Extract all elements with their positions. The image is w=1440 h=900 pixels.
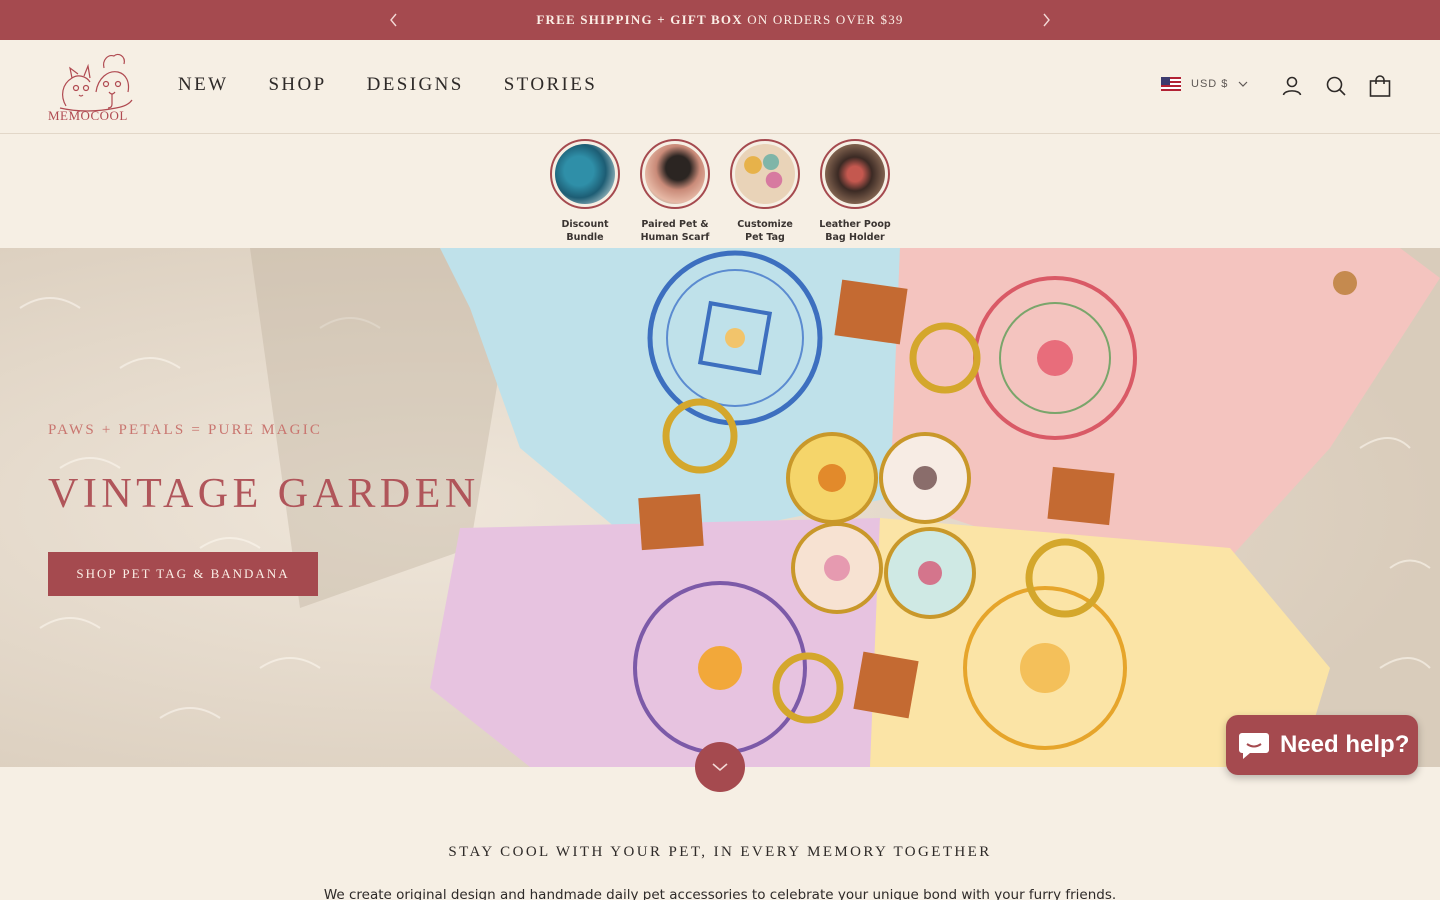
chevron-down-icon xyxy=(1238,81,1248,87)
category-image xyxy=(640,139,710,209)
currency-label: USD $ xyxy=(1191,78,1229,90)
chat-help-button[interactable]: Need help? xyxy=(1226,715,1418,775)
category-discount-bundle[interactable]: Discount Bundle xyxy=(540,139,630,244)
chevron-down-icon xyxy=(712,763,728,772)
chevron-left-icon[interactable] xyxy=(385,11,403,29)
nav-item-stories[interactable]: STORIES xyxy=(504,74,598,96)
announcement-bar: FREE SHIPPING + GIFT BOX ON ORDERS OVER … xyxy=(0,0,1440,40)
nav-item-designs[interactable]: DESIGNS xyxy=(367,74,464,96)
announcement-bold: FREE SHIPPING + GIFT BOX xyxy=(536,12,743,27)
hero-title: VINTAGE GARDEN xyxy=(48,471,480,517)
announcement-rest: ON ORDERS OVER $39 xyxy=(742,12,904,27)
category-poop-bag-holder[interactable]: Leather Poop Bag Holder xyxy=(810,139,900,244)
category-label: Paired Pet & Human Scarf xyxy=(640,219,710,243)
category-image xyxy=(550,139,620,209)
brand-intro-text: We create original design and handmade d… xyxy=(323,887,1117,900)
category-label: Discount Bundle xyxy=(561,219,609,243)
hero-banner: PAWS + PETALS = PURE MAGIC VINTAGE GARDE… xyxy=(0,248,1440,767)
announcement-text[interactable]: FREE SHIPPING + GIFT BOX ON ORDERS OVER … xyxy=(536,12,903,28)
category-label: Leather Poop Bag Holder xyxy=(819,219,891,243)
search-icon[interactable] xyxy=(1324,74,1348,98)
chat-bubble-icon xyxy=(1239,733,1269,759)
us-flag-icon xyxy=(1161,77,1181,91)
category-paired-scarf[interactable]: Paired Pet & Human Scarf xyxy=(630,139,720,244)
account-icon[interactable] xyxy=(1280,74,1304,98)
logo-wordmark: MEMOCOOL xyxy=(48,108,128,123)
category-label: Customize Pet Tag xyxy=(737,219,793,243)
hero-eyebrow: PAWS + PETALS = PURE MAGIC xyxy=(48,422,323,438)
chevron-right-icon[interactable] xyxy=(1037,11,1055,29)
nav-item-shop[interactable]: SHOP xyxy=(268,74,326,96)
category-image xyxy=(820,139,890,209)
category-customize-tag[interactable]: Customize Pet Tag xyxy=(720,139,810,244)
category-image xyxy=(730,139,800,209)
chat-label: Need help? xyxy=(1280,731,1410,758)
main-nav: NEW SHOP DESIGNS STORIES xyxy=(178,74,597,96)
scroll-down-button[interactable] xyxy=(695,742,745,792)
currency-selector[interactable]: USD $ xyxy=(1161,77,1248,91)
nav-item-new[interactable]: NEW xyxy=(178,74,228,96)
category-shortcuts: Discount Bundle Paired Pet & Human Scarf C… xyxy=(0,139,1440,249)
shop-tag-bandana-button[interactable]: SHOP PET TAG & BANDANA xyxy=(48,552,318,596)
cart-icon[interactable] xyxy=(1368,74,1392,98)
brand-tagline: STAY COOL WITH YOUR PET, IN EVERY MEMORY… xyxy=(448,844,992,860)
site-header: MEMOCOOL NEW SHOP DESIGNS STORIES USD $ xyxy=(0,40,1440,134)
